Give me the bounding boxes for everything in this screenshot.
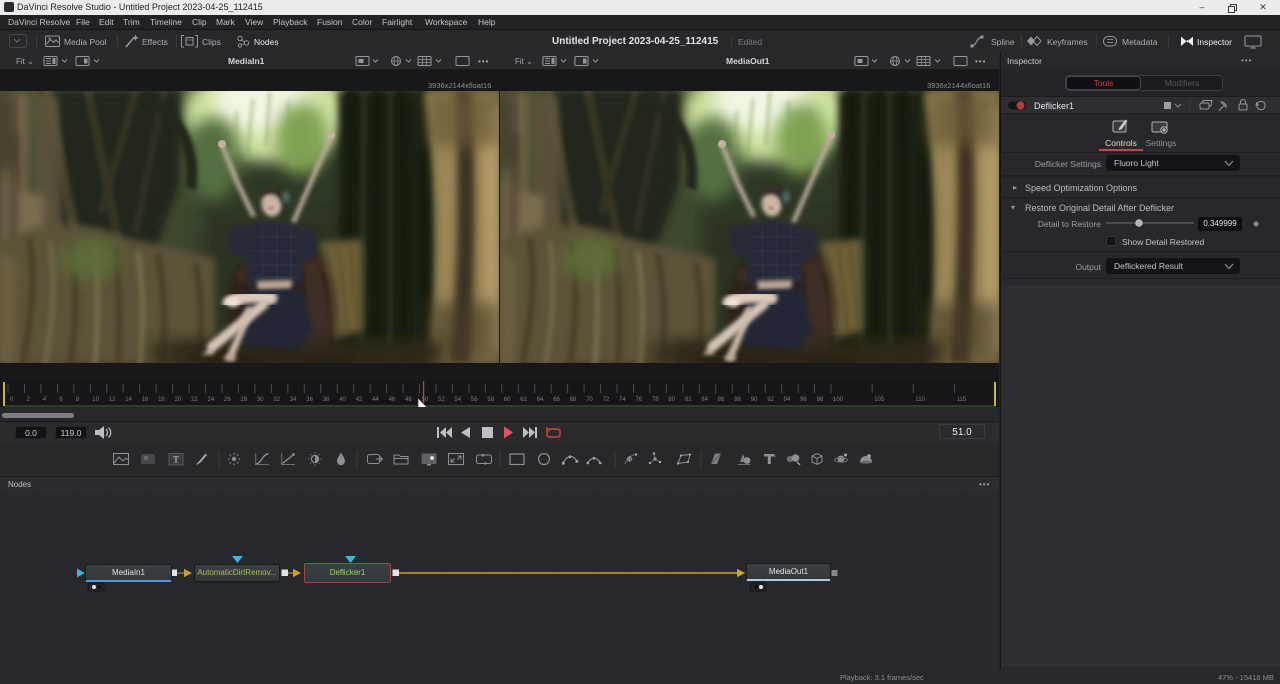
svg-text:30: 30 [257, 397, 264, 403]
svg-text:56: 56 [471, 397, 478, 403]
svg-text:22: 22 [191, 397, 198, 403]
svg-text:96: 96 [800, 397, 807, 403]
svg-text:52: 52 [438, 397, 445, 403]
svg-text:90: 90 [751, 397, 758, 403]
svg-text:76: 76 [636, 397, 643, 403]
svg-text:24: 24 [208, 397, 215, 403]
svg-text:44: 44 [372, 397, 379, 403]
svg-text:80: 80 [668, 397, 675, 403]
svg-text:16: 16 [142, 397, 149, 403]
svg-text:14: 14 [125, 397, 132, 403]
svg-text:10: 10 [92, 397, 99, 403]
svg-text:48: 48 [405, 397, 412, 403]
svg-text:115: 115 [957, 397, 967, 403]
svg-text:36: 36 [306, 397, 313, 403]
svg-text:72: 72 [603, 397, 610, 403]
svg-text:20: 20 [175, 397, 182, 403]
svg-text:88: 88 [734, 397, 741, 403]
svg-text:84: 84 [701, 397, 708, 403]
svg-text:38: 38 [323, 397, 330, 403]
svg-text:100: 100 [833, 397, 844, 403]
svg-text:105: 105 [874, 397, 885, 403]
svg-text:68: 68 [570, 397, 577, 403]
svg-text:26: 26 [224, 397, 231, 403]
svg-text:58: 58 [487, 397, 494, 403]
svg-text:110: 110 [915, 397, 925, 403]
svg-text:12: 12 [109, 397, 116, 403]
svg-text:86: 86 [718, 397, 725, 403]
svg-text:60: 60 [504, 397, 511, 403]
svg-text:28: 28 [240, 397, 247, 403]
svg-text:98: 98 [817, 397, 824, 403]
svg-text:92: 92 [767, 397, 774, 403]
svg-text:94: 94 [784, 397, 791, 403]
svg-text:34: 34 [290, 397, 297, 403]
svg-text:78: 78 [652, 397, 659, 403]
svg-text:18: 18 [158, 397, 165, 403]
svg-text:T: T [173, 455, 179, 465]
svg-text:70: 70 [586, 397, 593, 403]
svg-text:82: 82 [685, 397, 692, 403]
svg-text:54: 54 [454, 397, 461, 403]
svg-text:42: 42 [356, 397, 363, 403]
svg-text:66: 66 [553, 397, 560, 403]
svg-text:46: 46 [389, 397, 396, 403]
svg-text:74: 74 [619, 397, 626, 403]
svg-text:32: 32 [273, 397, 280, 403]
svg-text:62: 62 [520, 397, 527, 403]
svg-text:40: 40 [339, 397, 346, 403]
svg-text:64: 64 [537, 397, 544, 403]
